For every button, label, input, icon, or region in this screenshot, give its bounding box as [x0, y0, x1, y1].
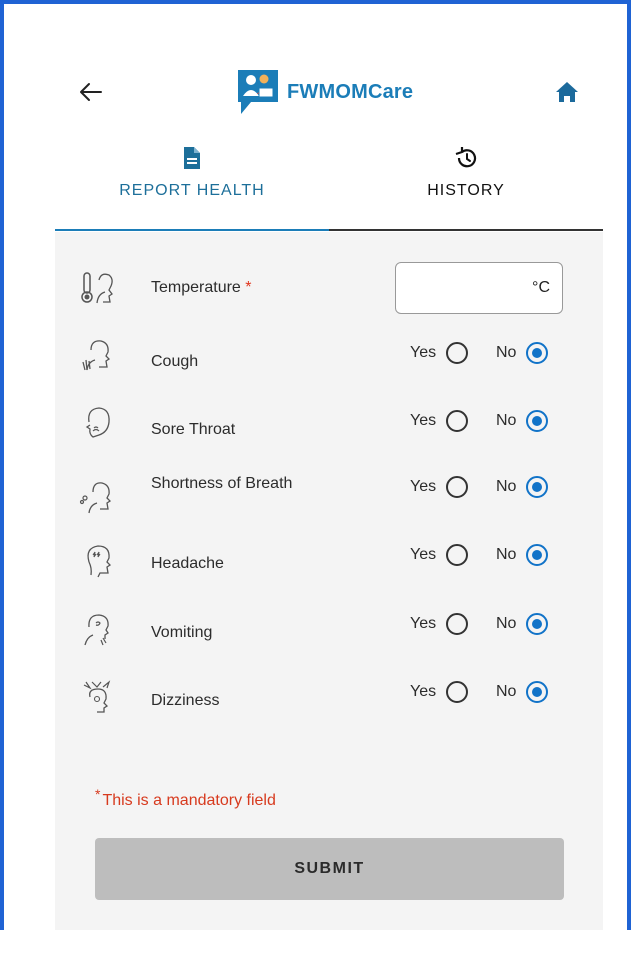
no-label: No: [496, 344, 517, 361]
health-report-form: Temperature * °C Cough Yes No Sore Throa…: [55, 232, 603, 930]
no-label: No: [496, 683, 517, 700]
tab-active-indicator: [55, 229, 329, 231]
app-logo: FWMOMCare: [235, 68, 413, 116]
symptom-label-dizziness: Dizziness: [151, 692, 220, 709]
arrow-left-icon[interactable]: [77, 78, 105, 106]
symptom-label-vomiting: Vomiting: [151, 624, 213, 641]
tab-bar: REPORT HEALTH HISTORY: [55, 140, 603, 232]
home-icon[interactable]: [552, 77, 582, 107]
no-label: No: [496, 546, 517, 563]
headache-yes-radio[interactable]: [446, 544, 469, 566]
dizziness-no-radio[interactable]: [526, 681, 549, 703]
dizziness-no-option[interactable]: No: [496, 681, 549, 703]
bottom-margin: [0, 930, 631, 961]
mandatory-note-text: This is a mandatory field: [102, 792, 276, 809]
dizziness-icon: [83, 680, 111, 713]
headache-icon: [87, 545, 112, 578]
symptom-row-shortness-of-breath: Shortness of Breath Yes No: [55, 468, 603, 528]
temperature-label-text: Temperature: [151, 279, 241, 296]
tab-history[interactable]: HISTORY: [329, 140, 603, 232]
symptom-row-vomiting: Vomiting Yes No: [55, 605, 603, 665]
symptom-row-dizziness: Dizziness Yes No: [55, 673, 603, 733]
mandatory-note: * This is a mandatory field: [95, 786, 276, 810]
vomiting-no-option[interactable]: No: [496, 613, 549, 635]
no-label: No: [496, 478, 517, 495]
temperature-unit: °C: [532, 279, 550, 296]
symptom-label-cough: Cough: [151, 353, 199, 370]
app-header: FWMOMCare: [55, 62, 603, 122]
tab-report-health[interactable]: REPORT HEALTH: [55, 140, 329, 232]
yes-label: Yes: [410, 412, 437, 429]
symptom-row-headache: Headache Yes No: [55, 536, 603, 596]
history-icon: [455, 147, 477, 168]
symptom-label-sore-throat: Sore Throat: [151, 421, 236, 438]
tab-divider: [329, 229, 603, 231]
shortness-of-breath-yes-radio[interactable]: [446, 476, 469, 498]
thermometer-icon: [81, 272, 113, 304]
temperature-input[interactable]: °C: [395, 262, 563, 314]
fwmomcare-logo-icon: [238, 70, 278, 114]
vomiting-yes-option[interactable]: Yes: [410, 613, 469, 635]
cough-no-radio[interactable]: [526, 342, 549, 364]
mandatory-asterisk: *: [95, 786, 101, 802]
symptom-label-shortness-of-breath: Shortness of Breath: [151, 475, 293, 492]
yes-label: Yes: [410, 546, 437, 563]
dizziness-yes-option[interactable]: Yes: [410, 681, 469, 703]
yes-label: Yes: [410, 344, 437, 361]
required-asterisk: *: [245, 279, 252, 296]
cough-yes-option[interactable]: Yes: [410, 342, 469, 364]
symptom-label-headache: Headache: [151, 555, 224, 572]
shortness-of-breath-no-radio[interactable]: [526, 476, 549, 498]
headache-no-radio[interactable]: [526, 544, 549, 566]
shortness-of-breath-yes-option[interactable]: Yes: [410, 476, 469, 498]
yes-label: Yes: [410, 615, 437, 632]
cough-no-option[interactable]: No: [496, 342, 549, 364]
sore-throat-icon: [85, 407, 110, 438]
headache-yes-option[interactable]: Yes: [410, 544, 469, 566]
cough-yes-radio[interactable]: [446, 342, 469, 364]
vomiting-yes-radio[interactable]: [446, 613, 469, 635]
symptom-row-sore-throat: Sore Throat Yes No: [55, 398, 603, 458]
no-label: No: [496, 615, 517, 632]
yes-label: Yes: [410, 478, 437, 495]
no-label: No: [496, 412, 517, 429]
sore-throat-yes-option[interactable]: Yes: [410, 410, 469, 432]
tab-history-label: HISTORY: [427, 182, 505, 199]
symptom-row-cough: Cough Yes No: [55, 330, 603, 390]
document-icon: [184, 147, 200, 169]
sore-throat-yes-radio[interactable]: [446, 410, 469, 432]
shortness-of-breath-icon: [79, 482, 112, 514]
cough-icon: [82, 340, 111, 371]
tab-report-health-label: REPORT HEALTH: [119, 182, 265, 199]
vomiting-icon: [84, 614, 109, 646]
temperature-label: Temperature *: [151, 278, 252, 298]
submit-button[interactable]: SUBMIT: [95, 838, 564, 900]
yes-label: Yes: [410, 683, 437, 700]
headache-no-option[interactable]: No: [496, 544, 549, 566]
app-name: FWMOMCare: [287, 80, 414, 103]
dizziness-yes-radio[interactable]: [446, 681, 469, 703]
sore-throat-no-radio[interactable]: [526, 410, 549, 432]
sore-throat-no-option[interactable]: No: [496, 410, 549, 432]
shortness-of-breath-no-option[interactable]: No: [496, 476, 549, 498]
vomiting-no-radio[interactable]: [526, 613, 549, 635]
